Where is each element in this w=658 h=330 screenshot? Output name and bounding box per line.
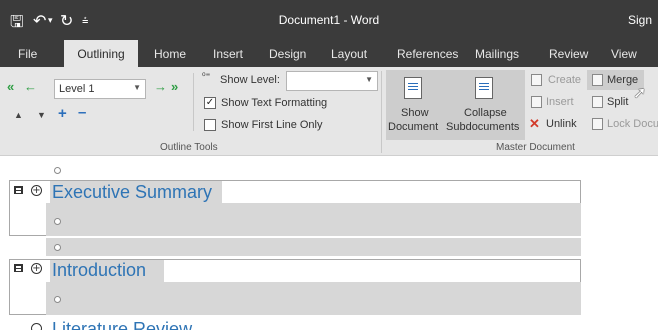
ribbon: « ← Level 1 ▼ → » ▲ ▼ + – ⁰⁼ Show Level:…: [0, 67, 658, 156]
promote-icon[interactable]: ←: [24, 79, 37, 94]
create-button[interactable]: Create: [548, 74, 581, 86]
outline-level-value: Level 1: [59, 83, 95, 95]
tab-review[interactable]: Review: [549, 47, 588, 61]
move-down-icon[interactable]: ▼: [37, 110, 46, 120]
lock-document-button[interactable]: Lock Docu: [607, 118, 658, 130]
expand-heading-icon[interactable]: +: [31, 263, 42, 274]
tab-home[interactable]: Home: [154, 47, 186, 61]
title-bar: 🖫 ↶ ▾ ↻ ⩮ Document1 - Word Sign: [0, 0, 658, 40]
show-level-label: Show Level:: [220, 74, 280, 86]
collapse-icon[interactable]: –: [78, 104, 86, 121]
show-first-line-only-label: Show First Line Only: [221, 119, 323, 131]
show-document-icon[interactable]: [404, 77, 422, 99]
selection-band: [46, 282, 581, 315]
chevron-down-icon: ▼: [365, 75, 373, 84]
show-first-line-only-checkbox[interactable]: [204, 119, 216, 131]
outline-level-dropdown[interactable]: Level 1 ▼: [54, 79, 146, 99]
collapse-line1[interactable]: Collapse: [464, 107, 507, 119]
show-document-line1[interactable]: Show: [401, 107, 429, 119]
selection-band: [46, 238, 581, 256]
split-button[interactable]: Split: [607, 96, 628, 108]
lock-document-icon[interactable]: [592, 118, 603, 130]
show-document-line2[interactable]: Document: [388, 121, 438, 133]
subdocument-icon[interactable]: [14, 186, 23, 194]
collapse-subdocuments-icon[interactable]: [475, 77, 493, 99]
show-level-dropdown[interactable]: ▼: [286, 71, 378, 91]
selection-band: [46, 203, 581, 236]
document-title: Document1 - Word: [278, 13, 380, 27]
outline-heading-executive-summary[interactable]: Executive Summary: [52, 182, 212, 203]
expand-icon[interactable]: +: [58, 105, 67, 122]
subdocument-icon[interactable]: [14, 264, 23, 272]
split-icon[interactable]: [592, 96, 603, 108]
collapse-line2[interactable]: Subdocuments: [446, 121, 519, 133]
expand-heading-icon[interactable]: [31, 323, 42, 330]
tab-insert[interactable]: Insert: [213, 47, 243, 61]
promote-to-heading1-icon[interactable]: «: [7, 79, 14, 94]
master-document-group-label: Master Document: [496, 142, 575, 153]
outline-tools-group-label: Outline Tools: [160, 142, 218, 153]
show-level-icon: ⁰⁼: [202, 71, 211, 81]
outline-bullet[interactable]: [54, 296, 61, 303]
unlink-icon[interactable]: ✕: [529, 116, 540, 132]
tab-design[interactable]: Design: [269, 47, 306, 61]
document-outline: + Executive Summary + Introduction Liter…: [0, 156, 658, 330]
expand-heading-icon[interactable]: +: [31, 185, 42, 196]
sign-in-link[interactable]: Sign: [628, 13, 652, 27]
merge-icon[interactable]: [592, 74, 603, 86]
group-separator: [381, 71, 382, 153]
tab-outlining[interactable]: Outlining: [64, 40, 138, 68]
move-up-icon[interactable]: ▲: [14, 110, 23, 120]
insert-button[interactable]: Insert: [546, 96, 574, 108]
unlink-button[interactable]: Unlink: [546, 118, 577, 130]
ribbon-tabs: File Outlining Home Insert Design Layout…: [0, 40, 658, 68]
tab-references[interactable]: References: [397, 47, 458, 61]
outline-heading-literature-review[interactable]: Literature Review: [52, 319, 192, 330]
tab-view[interactable]: View: [611, 47, 637, 61]
demote-icon[interactable]: →: [154, 79, 167, 94]
outline-heading-introduction[interactable]: Introduction: [52, 260, 146, 281]
outline-bullet[interactable]: [54, 244, 61, 251]
tab-file[interactable]: File: [18, 47, 37, 61]
insert-subdocument-icon[interactable]: [531, 96, 542, 108]
demote-to-body-icon[interactable]: »: [171, 79, 178, 94]
show-text-formatting-checkbox[interactable]: ✓: [204, 97, 216, 109]
show-text-formatting-label: Show Text Formatting: [221, 97, 328, 109]
mouse-cursor-icon: ➚: [633, 85, 647, 102]
tab-mailings[interactable]: Mailings: [475, 47, 519, 61]
group-separator: [193, 73, 194, 131]
outline-bullet[interactable]: [54, 218, 61, 225]
chevron-down-icon: ▼: [133, 83, 141, 92]
outline-bullet[interactable]: [54, 167, 61, 174]
create-icon[interactable]: [531, 74, 542, 86]
tab-layout[interactable]: Layout: [331, 47, 367, 61]
